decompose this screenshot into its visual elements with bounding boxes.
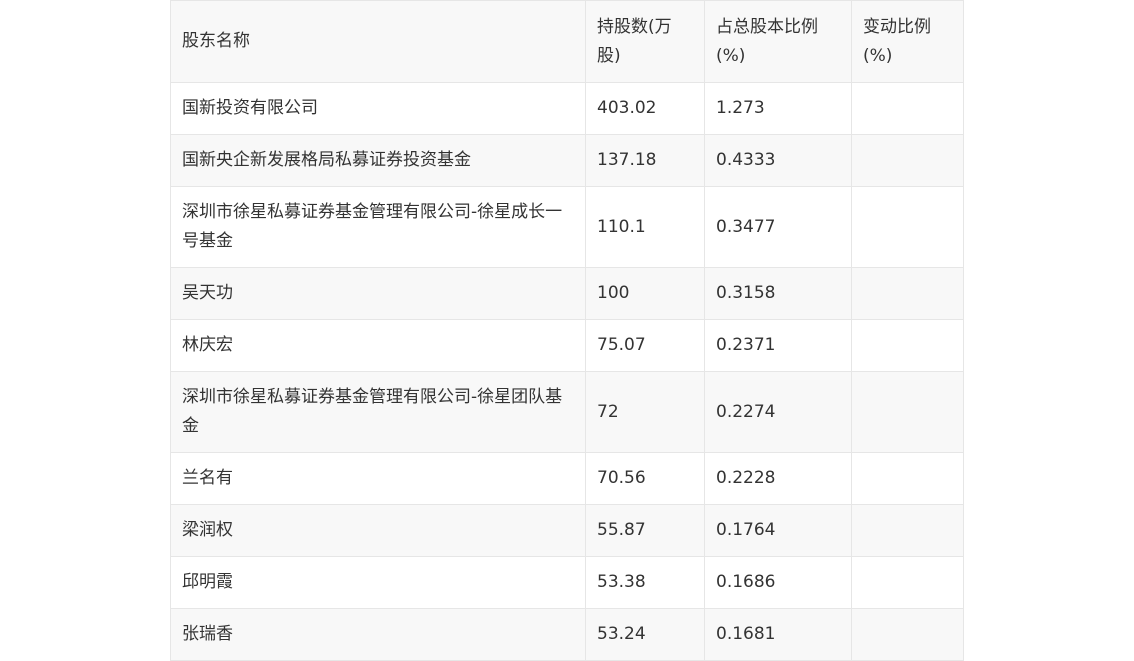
header-change-ratio: 变动比例(%) xyxy=(851,0,964,83)
header-shares-held: 持股数(万股) xyxy=(585,0,705,83)
cell-shares-held: 72 xyxy=(585,371,705,453)
cell-shares-held: 53.38 xyxy=(585,556,705,609)
cell-share-ratio: 0.1764 xyxy=(704,504,852,557)
cell-shareholder-name: 深圳市徐星私募证券基金管理有限公司-徐星团队基金 xyxy=(170,371,586,453)
cell-change-ratio xyxy=(851,371,964,453)
cell-shares-held: 100 xyxy=(585,267,705,320)
header-shareholder-name: 股东名称 xyxy=(170,0,586,83)
cell-share-ratio: 1.273 xyxy=(704,82,852,135)
table-row: 张瑞香 53.24 0.1681 xyxy=(170,608,964,661)
cell-change-ratio xyxy=(851,556,964,609)
cell-change-ratio xyxy=(851,319,964,372)
cell-shares-held: 403.02 xyxy=(585,82,705,135)
cell-change-ratio xyxy=(851,504,964,557)
shareholder-table-container: 股东名称 持股数(万股) 占总股本比例(%) 变动比例(%) 国新投资有限公司 … xyxy=(170,0,964,661)
cell-share-ratio: 0.1681 xyxy=(704,608,852,661)
cell-shareholder-name: 梁润权 xyxy=(170,504,586,557)
table-row: 林庆宏 75.07 0.2371 xyxy=(170,319,964,372)
table-row: 国新央企新发展格局私募证券投资基金 137.18 0.4333 xyxy=(170,134,964,187)
table-row: 吴天功 100 0.3158 xyxy=(170,267,964,320)
cell-shares-held: 53.24 xyxy=(585,608,705,661)
cell-share-ratio: 0.3477 xyxy=(704,186,852,268)
table-row: 国新投资有限公司 403.02 1.273 xyxy=(170,82,964,135)
cell-change-ratio xyxy=(851,608,964,661)
cell-shareholder-name: 国新央企新发展格局私募证券投资基金 xyxy=(170,134,586,187)
cell-share-ratio: 0.2274 xyxy=(704,371,852,453)
cell-change-ratio xyxy=(851,267,964,320)
cell-change-ratio xyxy=(851,452,964,505)
cell-share-ratio: 0.2371 xyxy=(704,319,852,372)
table-row: 深圳市徐星私募证券基金管理有限公司-徐星成长一号基金 110.1 0.3477 xyxy=(170,186,964,268)
cell-share-ratio: 0.2228 xyxy=(704,452,852,505)
cell-share-ratio: 0.4333 xyxy=(704,134,852,187)
cell-shares-held: 110.1 xyxy=(585,186,705,268)
cell-change-ratio xyxy=(851,82,964,135)
cell-shares-held: 75.07 xyxy=(585,319,705,372)
cell-shareholder-name: 吴天功 xyxy=(170,267,586,320)
cell-shareholder-name: 国新投资有限公司 xyxy=(170,82,586,135)
cell-change-ratio xyxy=(851,186,964,268)
header-share-ratio: 占总股本比例(%) xyxy=(704,0,852,83)
shareholder-table: 股东名称 持股数(万股) 占总股本比例(%) 变动比例(%) 国新投资有限公司 … xyxy=(170,0,964,661)
cell-shareholder-name: 林庆宏 xyxy=(170,319,586,372)
table-row: 梁润权 55.87 0.1764 xyxy=(170,504,964,557)
cell-shares-held: 70.56 xyxy=(585,452,705,505)
table-header-row: 股东名称 持股数(万股) 占总股本比例(%) 变动比例(%) xyxy=(170,0,964,83)
cell-shares-held: 137.18 xyxy=(585,134,705,187)
cell-share-ratio: 0.1686 xyxy=(704,556,852,609)
cell-shares-held: 55.87 xyxy=(585,504,705,557)
cell-shareholder-name: 邱明霞 xyxy=(170,556,586,609)
table-row: 兰名有 70.56 0.2228 xyxy=(170,452,964,505)
cell-change-ratio xyxy=(851,134,964,187)
cell-shareholder-name: 兰名有 xyxy=(170,452,586,505)
cell-shareholder-name: 张瑞香 xyxy=(170,608,586,661)
cell-shareholder-name: 深圳市徐星私募证券基金管理有限公司-徐星成长一号基金 xyxy=(170,186,586,268)
table-row: 邱明霞 53.38 0.1686 xyxy=(170,556,964,609)
cell-share-ratio: 0.3158 xyxy=(704,267,852,320)
table-row: 深圳市徐星私募证券基金管理有限公司-徐星团队基金 72 0.2274 xyxy=(170,371,964,453)
